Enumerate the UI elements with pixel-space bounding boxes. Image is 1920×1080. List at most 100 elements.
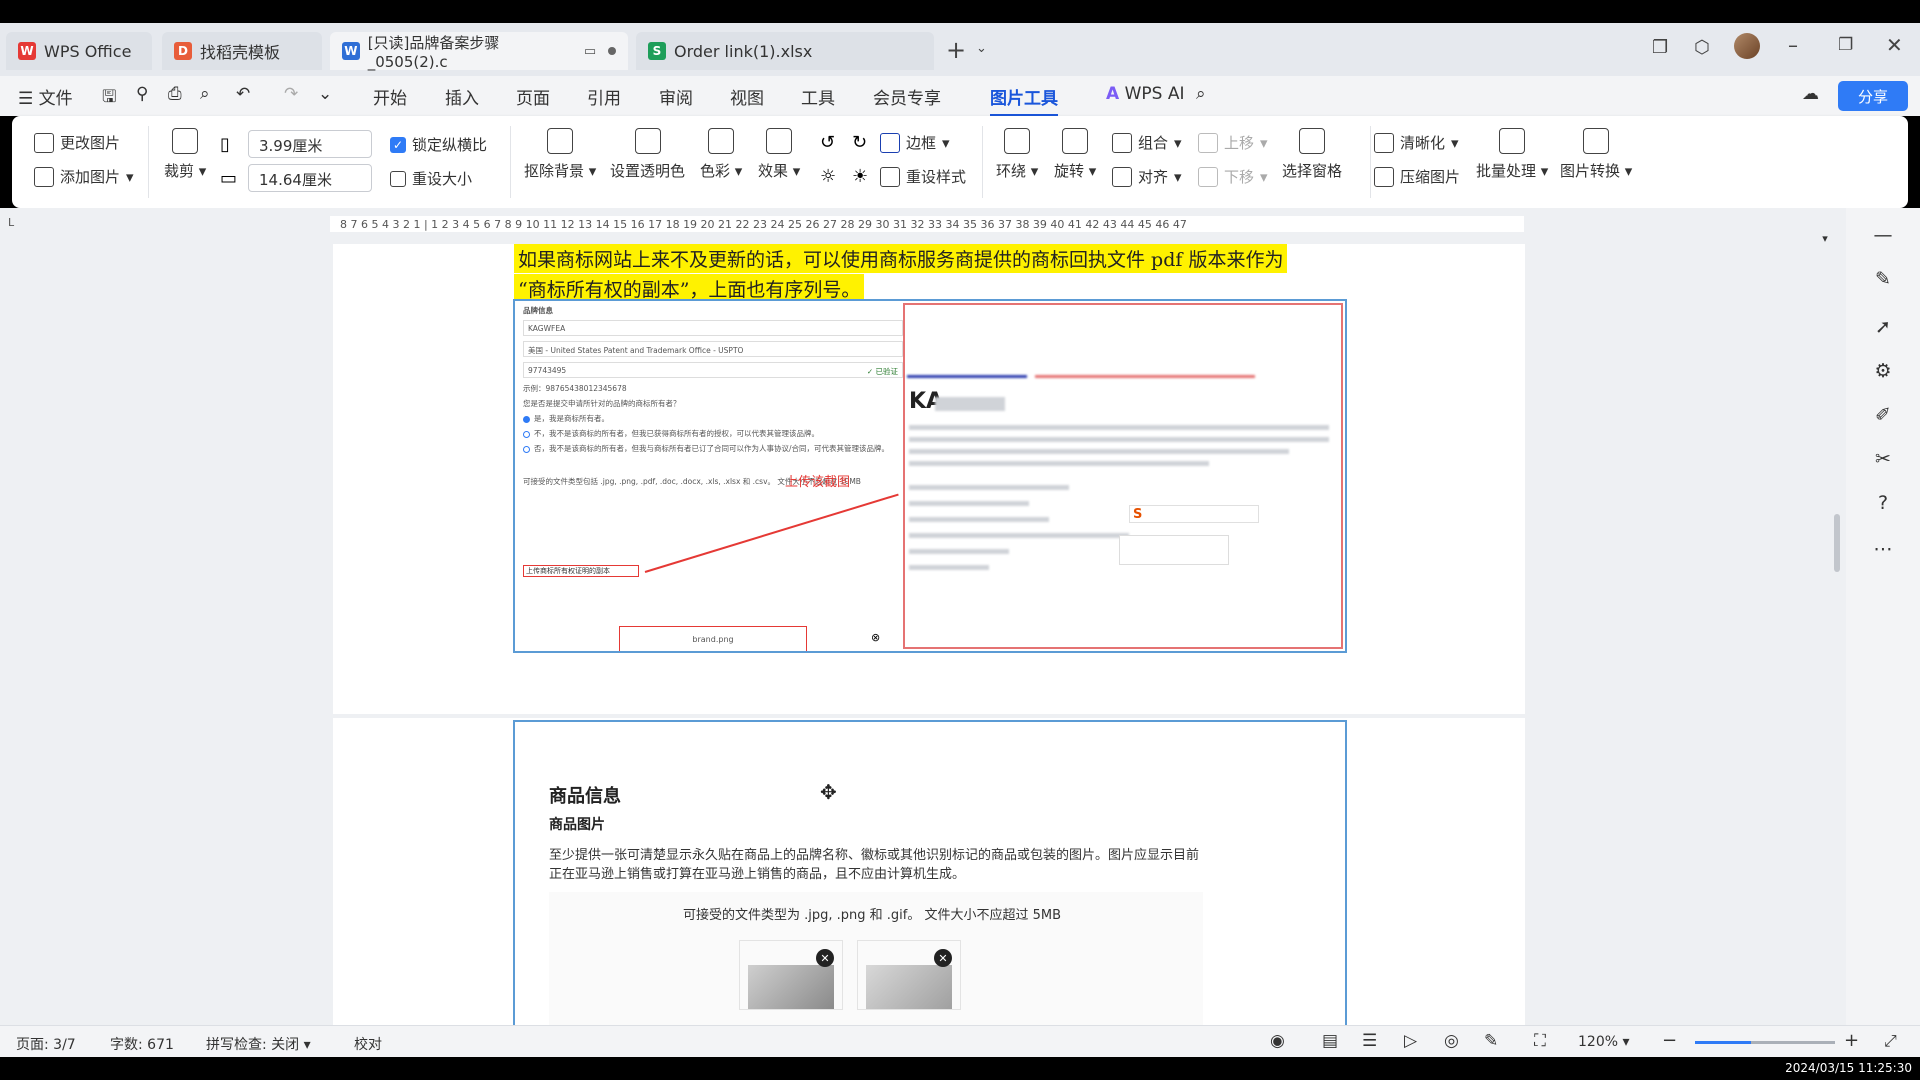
scroll-collapse-icon[interactable]: ▾ [1814,228,1836,250]
reset-style-button[interactable]: 重设样式 [880,166,966,187]
tab-word-doc[interactable]: W [只读]品牌备案步骤_0505(2).c ▭ [330,32,628,71]
fullscreen-icon[interactable]: ⤢ [1884,1031,1897,1051]
menu-references[interactable]: 引用 [587,84,621,109]
align-button[interactable]: 对齐 ▾ [1112,166,1182,187]
print-icon[interactable]: ⎙ [168,84,182,104]
change-image-button[interactable]: 更改图片 [34,132,120,153]
redo-icon[interactable]: ↷ [284,84,298,104]
page-view-icon[interactable]: ▤ [1322,1031,1338,1051]
menu-review[interactable]: 审阅 [659,84,693,109]
compress-label: 压缩图片 [1400,168,1461,186]
web-view-icon[interactable]: ◎ [1444,1031,1459,1051]
brand-registration-form: 品牌信息 KAGWFEA 美国 - United States Patent a… [523,305,903,491]
minimize-icon[interactable]: – [1788,33,1798,57]
product-photo [748,965,834,1009]
cube-icon[interactable]: ⬡ [1694,37,1710,58]
menu-insert[interactable]: 插入 [445,84,479,109]
rotate-button[interactable]: 旋转 ▾ [1054,128,1096,181]
tools-icon[interactable]: ✂ [1872,448,1894,470]
pen-mode-icon[interactable]: ✎ [1484,1031,1498,1051]
wrap-button[interactable]: 环绕 ▾ [996,128,1038,181]
move-down-button[interactable]: 下移 ▾ [1198,166,1268,187]
menu-picture-tools[interactable]: 图片工具 [990,84,1058,117]
selection-pane-button[interactable]: 选择窗格 [1282,128,1342,181]
group-button[interactable]: 组合 ▾ [1112,132,1182,153]
more-chevron-icon[interactable]: ⌄ [318,84,332,104]
word-count[interactable]: 字数: 671 [110,1034,174,1054]
zoom-out-icon[interactable]: − [1662,1030,1677,1051]
proofread-button[interactable]: 校对 [354,1034,382,1054]
menu-view[interactable]: 视图 [730,84,764,109]
effects-button[interactable]: 效果 ▾ [758,128,800,181]
radio-icon [523,430,530,438]
blurred-text [909,549,1009,554]
spell-check-toggle[interactable]: 拼写检查: 关闭 ▾ [206,1034,311,1054]
window-layout-icon[interactable]: ❐ [1652,37,1668,58]
tab-daoke[interactable]: D 找稻壳模板 [162,32,322,70]
menu-wps-ai[interactable]: A WPS AI [1106,84,1184,104]
print-preview-icon[interactable]: ⌕ [200,84,210,104]
image-convert-button[interactable]: 图片转换 ▾ [1560,128,1632,181]
cloud-icon[interactable]: ☁ [1802,84,1819,104]
tab-wps-office[interactable]: W WPS Office [6,32,152,70]
share-button[interactable]: 分享 [1838,81,1908,111]
zoom-level[interactable]: 120% ▾ [1578,1034,1630,1050]
reset-size-button[interactable]: 重设大小 [390,168,472,189]
clarity-button[interactable]: 清晰化 ▾ [1374,132,1459,153]
zoom-slider[interactable] [1695,1041,1835,1044]
play-icon[interactable]: ▷ [1404,1031,1417,1051]
remove-background-button[interactable]: 抠除背景 ▾ [524,128,596,181]
fit-page-icon[interactable]: ⛶ [1534,1031,1546,1051]
search-icon[interactable]: ⌕ [1196,84,1206,104]
restore-icon[interactable]: ❐ [1838,35,1853,55]
brightness-down-icon[interactable]: ☀ [852,166,868,187]
pen-icon[interactable]: ✎ [1872,268,1894,290]
undo-icon[interactable]: ↶ [236,84,250,104]
add-image-button[interactable]: 添加图片 ▾ [34,166,134,187]
eye-icon[interactable]: ◉ [1270,1031,1285,1051]
group-label: 组合 [1138,134,1169,152]
menu-start[interactable]: 开始 [373,84,407,109]
height-input[interactable]: 3.99厘米 [248,130,372,158]
color-button[interactable]: 色彩 ▾ [700,128,742,181]
link-icon[interactable]: ⚲ [136,84,148,104]
unsaved-dot-icon [608,47,616,55]
brightness-up-icon[interactable]: ☼ [820,166,836,187]
outline-view-icon[interactable]: ☰ [1362,1031,1377,1051]
tab-stop-icon[interactable]: L [8,216,14,229]
more-icon[interactable]: ⋯ [1872,538,1894,560]
screenshot-image[interactable]: 商品信息 商品图片 至少提供一张可清楚显示永久贴在商品上的品牌名称、徽标或其他识… [513,720,1347,1038]
document-page[interactable]: 商品信息 商品图片 至少提供一张可清楚显示永久贴在商品上的品牌名称、徽标或其他识… [333,718,1525,1038]
tab-list-chevron-icon[interactable]: ⌄ [976,41,987,56]
crop-button[interactable]: 裁剪 ▾ [164,128,206,181]
document-page[interactable]: 如果商标网站上来不及更新的话，可以使用商标服务商提供的商标回执文件 pdf 版本… [333,244,1525,714]
avatar[interactable] [1734,33,1760,59]
menu-page[interactable]: 页面 [516,84,550,109]
collapse-icon[interactable]: — [1872,224,1894,246]
tab-sheet[interactable]: S Order link(1).xlsx [636,32,934,70]
zoom-in-icon[interactable]: + [1844,1030,1859,1051]
menu-tools[interactable]: 工具 [801,84,835,109]
rotate-right-icon[interactable]: ↻ [852,132,867,153]
close-icon[interactable]: ✕ [1886,33,1903,57]
rotate-left-icon[interactable]: ↺ [820,132,835,153]
width-input[interactable]: 14.64厘米 [248,164,372,192]
cursor-select-icon[interactable]: ➚ [1872,316,1894,338]
vertical-scrollbar[interactable] [1834,514,1840,572]
border-button[interactable]: 边框 ▾ [880,132,950,153]
help-icon[interactable]: ? [1872,492,1894,514]
compress-button[interactable]: 压缩图片 [1374,166,1460,187]
adjust-icon[interactable]: ⚙ [1872,360,1894,382]
screenshot-image[interactable]: 品牌信息 KAGWFEA 美国 - United States Patent a… [513,299,1347,653]
menu-file[interactable]: ☰ 文件 [18,84,73,109]
lock-ratio-checkbox[interactable]: ✓ 锁定纵横比 [390,134,487,155]
save-icon[interactable]: 🖫 [102,84,116,113]
page-indicator[interactable]: 页面: 3/7 [16,1034,76,1054]
batch-process-button[interactable]: 批量处理 ▾ [1476,128,1548,181]
menu-member[interactable]: 会员专享 [873,84,941,109]
set-transparent-button[interactable]: 设置透明色 [610,128,685,181]
edit-image-icon[interactable]: ✐ [1872,404,1894,426]
move-up-button[interactable]: 上移 ▾ [1198,132,1268,153]
new-tab-icon[interactable]: + [946,36,966,64]
horizontal-ruler[interactable]: 8 7 6 5 4 3 2 1 | 1 2 3 4 5 6 7 8 9 10 1… [330,216,1524,232]
